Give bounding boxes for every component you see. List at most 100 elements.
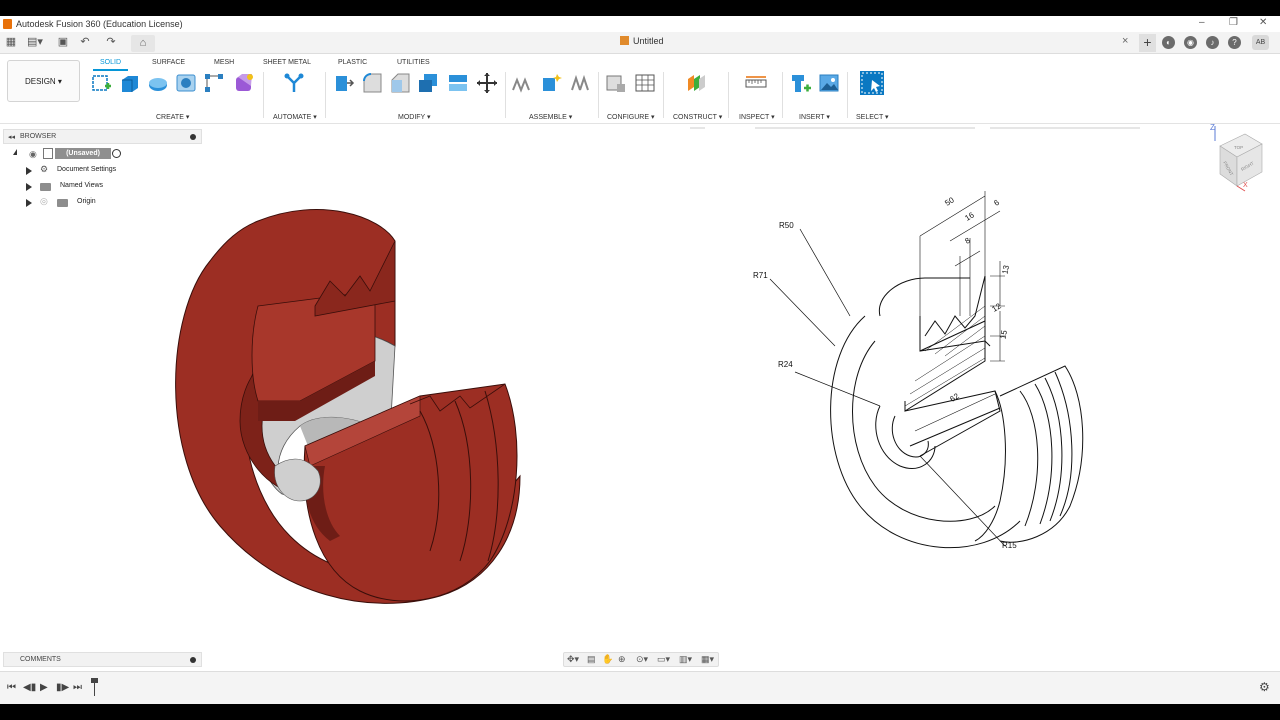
select-group-label[interactable]: SELECT ▾	[856, 113, 889, 121]
new-component-icon[interactable]	[511, 72, 533, 94]
new-tab-button[interactable]: +	[1139, 34, 1156, 52]
configuration-table-icon[interactable]	[634, 72, 656, 94]
minimize-icon[interactable]: –	[1199, 17, 1205, 28]
extrude-icon[interactable]	[119, 72, 141, 94]
fillet-icon[interactable]	[361, 72, 383, 94]
combine-icon[interactable]	[447, 72, 469, 94]
inspect-group-label[interactable]: INSPECT ▾	[739, 113, 775, 121]
close-tab-icon[interactable]: ×	[1122, 35, 1128, 47]
revolve-icon[interactable]	[147, 72, 169, 94]
display-settings-icon[interactable]: ▭▾	[657, 654, 670, 665]
hole-icon[interactable]	[175, 72, 197, 94]
collapsed-arrow-icon[interactable]	[26, 167, 32, 175]
save-icon[interactable]: ▣	[56, 36, 70, 49]
modify-group-label[interactable]: MODIFY ▾	[398, 113, 431, 121]
redo-icon[interactable]: ↷	[104, 36, 118, 49]
go-to-start-icon[interactable]: ⏮	[7, 682, 16, 693]
insert-derive-icon[interactable]	[790, 72, 812, 94]
timeline-marker[interactable]	[91, 678, 98, 696]
tab-surface[interactable]: SURFACE	[152, 59, 185, 66]
measure-icon[interactable]	[745, 72, 767, 94]
extensions-icon[interactable]: ◐	[1162, 36, 1175, 49]
fit-window-icon[interactable]: ⊙▾	[636, 654, 648, 665]
gear-icon: ⚙	[40, 164, 49, 174]
tab-solid[interactable]: SOLID	[100, 59, 121, 66]
dim-r24: R24	[778, 360, 793, 369]
select-icon[interactable]	[859, 70, 885, 96]
file-menu-icon[interactable]: ▤▾	[27, 36, 43, 49]
activate-radio-icon[interactable]	[112, 149, 121, 158]
comments-panel-header[interactable]: COMMENTS	[3, 652, 202, 667]
configure-group-label[interactable]: CONFIGURE ▾	[607, 113, 654, 121]
dim-50: 50	[943, 195, 956, 208]
browser-item-named-views[interactable]: Named Views	[10, 180, 200, 194]
comments-pin-icon[interactable]	[190, 657, 196, 663]
insert-canvas-icon[interactable]	[818, 72, 840, 94]
document-tab[interactable]: Untitled	[620, 36, 664, 46]
create-sketch-icon[interactable]	[91, 72, 113, 94]
move-icon[interactable]	[476, 72, 498, 94]
shell-icon[interactable]	[417, 72, 439, 94]
data-panel-grid-icon[interactable]: ▦	[4, 36, 18, 49]
pan-icon[interactable]: ✋	[602, 654, 613, 665]
home-tab-icon[interactable]: ⌂	[131, 35, 155, 52]
insert-group-label[interactable]: INSERT ▾	[799, 113, 830, 121]
help-icon[interactable]: ?	[1228, 36, 1241, 49]
zoom-icon[interactable]: ⊕	[618, 654, 626, 665]
browser-item-document-settings[interactable]: ⚙ Document Settings	[10, 164, 200, 178]
configure-icon[interactable]	[605, 72, 627, 94]
step-forward-icon[interactable]: ▮▶	[56, 682, 69, 693]
browser-item-origin[interactable]: ◎ Origin	[10, 196, 200, 210]
restore-icon[interactable]: ❐	[1229, 17, 1238, 28]
automate-group-label[interactable]: AUTOMATE ▾	[273, 113, 317, 121]
tab-sheet-metal[interactable]: SHEET METAL	[263, 59, 311, 66]
configure-label: CONFIGURE	[607, 114, 649, 121]
root-component-label[interactable]: (Unsaved)	[55, 148, 111, 159]
viewports-icon[interactable]: ▦▾	[701, 654, 714, 665]
user-avatar[interactable]: AB	[1252, 35, 1269, 50]
notifications-icon[interactable]: ♪	[1206, 36, 1219, 49]
automate-icon[interactable]	[283, 72, 305, 94]
play-icon[interactable]: ▶	[40, 682, 48, 693]
joint-icon[interactable]	[540, 72, 562, 94]
form-icon[interactable]	[233, 72, 255, 94]
tab-mesh[interactable]: MESH	[214, 59, 234, 66]
browser-root-row[interactable]: ◉ (Unsaved)	[10, 148, 200, 162]
collapse-panel-icon[interactable]: ◂◂	[8, 133, 15, 141]
assemble-group-label[interactable]: ASSEMBLE ▾	[529, 113, 572, 121]
collapsed-arrow-icon[interactable]	[26, 183, 32, 191]
look-at-icon[interactable]: ▤	[587, 654, 596, 665]
collapsed-arrow-icon[interactable]	[26, 199, 32, 207]
press-pull-icon[interactable]	[333, 72, 355, 94]
browser-pin-icon[interactable]	[190, 134, 196, 140]
offset-plane-icon[interactable]	[685, 72, 707, 94]
viewcube[interactable]: Z X TOP FRONT RIGHT	[1210, 123, 1263, 192]
comments-label: COMMENTS	[20, 656, 61, 663]
go-to-end-icon[interactable]: ⏭	[73, 682, 82, 693]
dim-16: 16	[963, 210, 976, 223]
expanded-arrow-icon[interactable]	[13, 149, 17, 155]
pattern-icon[interactable]	[203, 72, 225, 94]
visibility-eye-icon[interactable]: ◉	[29, 149, 37, 160]
document-cube-icon	[620, 36, 629, 45]
timeline-settings-gear-icon[interactable]: ⚙	[1259, 680, 1270, 694]
tab-utilities[interactable]: UTILITIES	[397, 59, 430, 66]
create-group-label[interactable]: CREATE ▾	[156, 113, 189, 121]
step-back-icon[interactable]: ◀▮	[23, 682, 36, 693]
hidden-eye-icon[interactable]: ◎	[40, 196, 48, 207]
timeline-bar: ⏮ ◀▮ ▶ ▮▶ ⏭ ⚙	[0, 671, 1280, 704]
orbit-icon[interactable]: ✥▾	[567, 654, 579, 665]
tab-plastic[interactable]: PLASTIC	[338, 59, 367, 66]
chamfer-icon[interactable]	[389, 72, 411, 94]
grid-snaps-icon[interactable]: ▥▾	[679, 654, 692, 665]
fusion-app: Autodesk Fusion 360 (Education License) …	[0, 16, 1280, 704]
undo-icon[interactable]: ↶	[78, 36, 92, 49]
workspace-switcher-button[interactable]: DESIGN ▾	[7, 60, 80, 102]
browser-panel-header[interactable]: ◂◂ BROWSER	[3, 129, 202, 144]
construct-group-label[interactable]: CONSTRUCT ▾	[673, 113, 722, 121]
dim-r50: R50	[779, 221, 794, 230]
as-built-joint-icon[interactable]	[569, 72, 591, 94]
job-status-icon[interactable]: ◉	[1184, 36, 1197, 49]
close-window-icon[interactable]: ✕	[1259, 17, 1267, 28]
dim-8: 8	[963, 236, 972, 246]
